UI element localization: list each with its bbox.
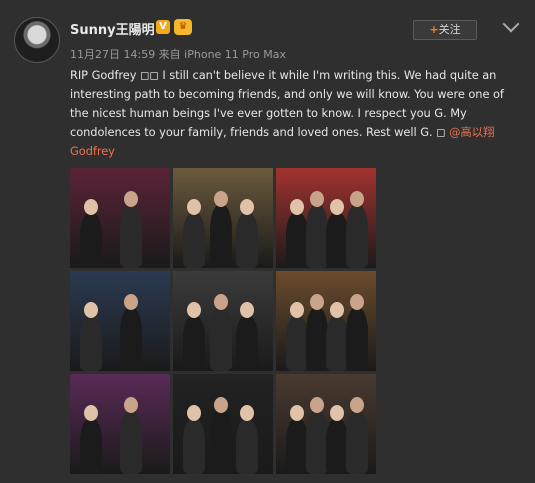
photo-event-awards[interactable] <box>70 168 170 268</box>
person-silhouette <box>286 419 308 474</box>
person-silhouette <box>120 308 142 371</box>
person-head <box>240 302 255 318</box>
person-head <box>290 405 304 421</box>
photo-selfie-bed[interactable] <box>276 374 376 474</box>
person-silhouette <box>326 419 348 474</box>
person-head <box>187 199 201 215</box>
person-silhouette <box>80 316 102 371</box>
person-silhouette <box>80 419 102 474</box>
person-head <box>187 302 201 318</box>
person-head <box>84 405 98 421</box>
person-head <box>84 302 98 318</box>
photo-signs-group[interactable] <box>173 374 273 474</box>
person-silhouette <box>306 205 328 268</box>
fan-badge-icon: ♛ <box>174 19 192 35</box>
person-silhouette <box>286 316 308 371</box>
photo-group-bw[interactable] <box>173 271 273 371</box>
person-silhouette <box>209 308 232 371</box>
person-silhouette <box>306 411 328 474</box>
person-head <box>213 397 228 413</box>
person-head <box>290 199 304 215</box>
person-silhouette <box>326 316 348 371</box>
person-silhouette <box>209 411 232 474</box>
username[interactable]: Sunny王陽明 <box>70 19 155 38</box>
person-silhouette <box>209 205 232 268</box>
person-head <box>330 302 344 318</box>
photo-basketball-arena[interactable] <box>70 271 170 371</box>
photo-group-bar[interactable] <box>276 271 376 371</box>
person-silhouette <box>326 213 348 268</box>
photo-red-carpet[interactable] <box>276 168 376 268</box>
person-silhouette <box>120 205 142 268</box>
plus-icon: + <box>429 23 439 36</box>
person-head <box>240 405 255 421</box>
person-silhouette <box>346 308 368 371</box>
person-head <box>124 191 138 207</box>
person-head <box>310 191 324 207</box>
follow-button[interactable]: +关注 <box>413 20 477 40</box>
person-head <box>350 397 364 413</box>
photo-kiss-stage[interactable] <box>173 168 273 268</box>
person-silhouette <box>80 213 102 268</box>
person-silhouette <box>236 419 259 474</box>
person-head <box>290 302 304 318</box>
person-silhouette <box>183 316 205 371</box>
person-head <box>84 199 98 215</box>
person-silhouette <box>286 213 308 268</box>
post-body: RIP Godfrey ◻◻ I still can't believe it … <box>70 68 504 139</box>
person-head <box>240 199 255 215</box>
person-head <box>330 405 344 421</box>
person-silhouette <box>183 213 205 268</box>
person-head <box>310 294 324 310</box>
mention-link[interactable]: @高以翔 <box>449 125 494 139</box>
person-head <box>124 397 138 413</box>
person-head <box>350 191 364 207</box>
person-silhouette <box>236 316 259 371</box>
weibo-post-card: Sunny王陽明 V ♛ 11月27日 14:59 来自 iPhone 11 P… <box>0 0 535 483</box>
person-head <box>213 294 228 310</box>
person-head <box>310 397 324 413</box>
post-timestamp[interactable]: 11月27日 14:59 来自 iPhone 11 Pro Max <box>70 46 286 62</box>
chevron-down-icon[interactable] <box>502 15 520 33</box>
person-head <box>187 405 201 421</box>
person-silhouette <box>346 205 368 268</box>
person-head <box>124 294 138 310</box>
person-silhouette <box>236 213 259 268</box>
person-silhouette <box>120 411 142 474</box>
person-head <box>330 199 344 215</box>
follow-label: 关注 <box>438 23 461 36</box>
person-head <box>213 191 228 207</box>
person-silhouette <box>346 411 368 474</box>
avatar[interactable] <box>14 17 60 63</box>
post-text: RIP Godfrey ◻◻ I still can't believe it … <box>70 66 518 161</box>
person-silhouette <box>306 308 328 371</box>
person-silhouette <box>183 419 205 474</box>
photo-stage-group[interactable] <box>70 374 170 474</box>
verified-badge-icon: V <box>156 20 170 34</box>
person-head <box>350 294 364 310</box>
mention-link-name[interactable]: Godfrey <box>70 144 115 158</box>
